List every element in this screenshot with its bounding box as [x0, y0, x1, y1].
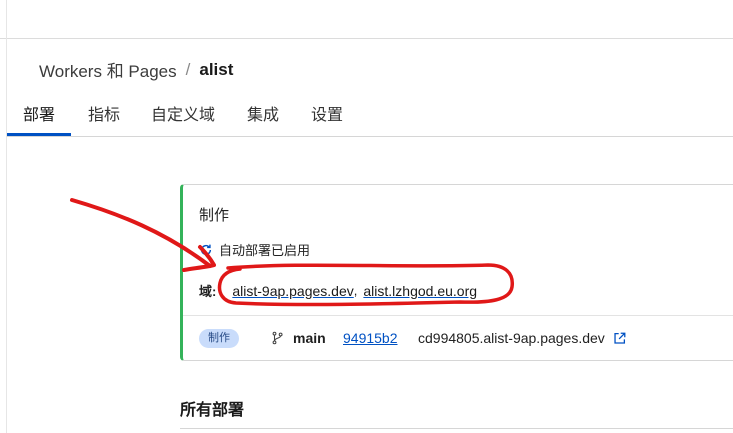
card-divider — [183, 315, 733, 316]
tab-bar: 部署 指标 自定义域 集成 设置 — [7, 96, 733, 137]
domains-row: 域: alist-9ap.pages.dev, alist.lzhgod.eu.… — [199, 281, 477, 300]
domains-label: 域: — [199, 284, 217, 299]
autodeploy-status: 自动部署已启用 — [199, 240, 310, 259]
header-divider — [0, 38, 733, 39]
domain-separator: , — [353, 283, 358, 298]
breadcrumb-separator: / — [185, 59, 191, 79]
tab-metrics[interactable]: 指标 — [88, 101, 120, 125]
preview-url-link[interactable]: cd994805.alist-9ap.pages.dev — [418, 330, 626, 346]
breadcrumb-parent-link[interactable]: Workers 和 Pages — [39, 57, 177, 82]
branch-info: main — [271, 330, 326, 346]
tab-custom-domains[interactable]: 自定义域 — [151, 101, 215, 125]
external-link-icon — [614, 332, 626, 344]
table-top-border — [180, 428, 733, 429]
production-title: 制作 — [199, 207, 230, 224]
all-deployments-title: 所有部署 — [180, 402, 245, 419]
domain-link-pages-dev[interactable]: alist-9ap.pages.dev — [232, 283, 353, 299]
tab-settings[interactable]: 设置 — [311, 101, 343, 125]
tab-deployments[interactable]: 部署 — [23, 101, 55, 125]
breadcrumb-current: alist — [199, 59, 234, 79]
branch-name: main — [293, 330, 326, 346]
tab-integrations[interactable]: 集成 — [247, 101, 279, 125]
git-branch-icon — [272, 331, 283, 345]
autodeploy-label: 自动部署已启用 — [219, 243, 311, 258]
environment-badge: 制作 — [199, 329, 239, 348]
preview-url: cd994805.alist-9ap.pages.dev — [418, 330, 605, 346]
sync-icon — [200, 244, 212, 255]
breadcrumb: Workers 和 Pages / alist — [39, 57, 233, 82]
sidebar-edge — [6, 0, 7, 433]
domain-link-custom[interactable]: alist.lzhgod.eu.org — [363, 283, 477, 299]
commit-hash-link[interactable]: 94915b2 — [343, 330, 398, 346]
active-tab-indicator — [7, 133, 71, 136]
production-card: 制作 自动部署已启用 域: alist-9ap.pages.dev, alist… — [180, 184, 733, 361]
